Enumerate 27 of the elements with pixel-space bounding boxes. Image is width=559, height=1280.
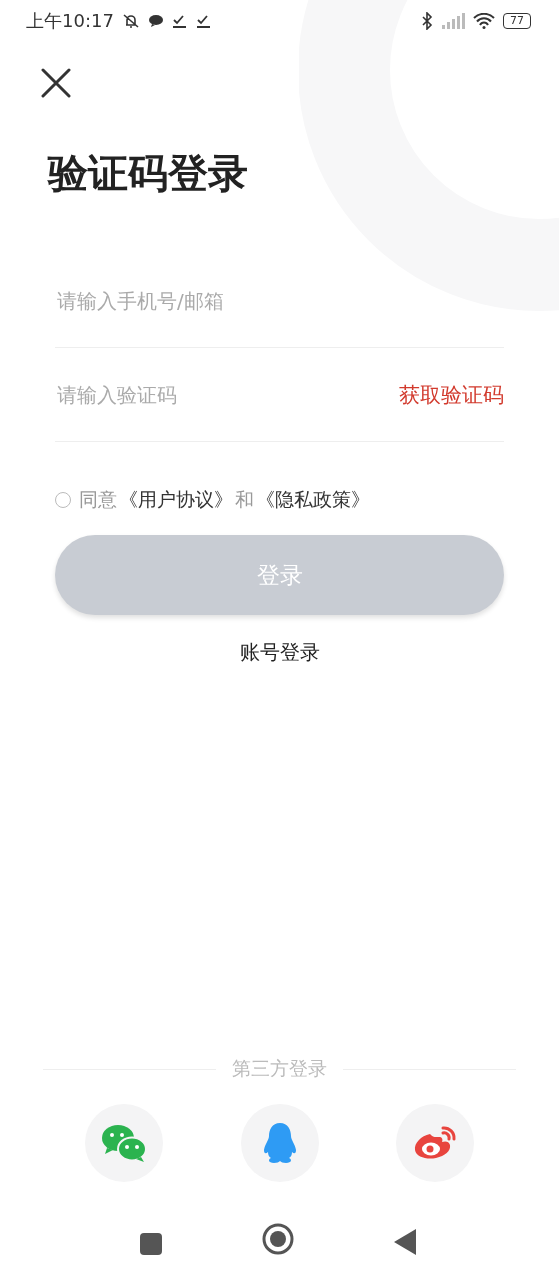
back-icon[interactable] [394, 1229, 416, 1255]
wifi-icon [473, 13, 495, 29]
close-button[interactable] [41, 68, 71, 98]
chat-bubble-icon [147, 14, 164, 28]
battery-indicator: 77 [503, 13, 531, 29]
agreement-text: 和 [235, 487, 254, 512]
get-code-link[interactable]: 获取验证码 [399, 380, 504, 409]
agreement-text: 同意 [79, 487, 117, 512]
policy-link[interactable]: 《用户协议》 [119, 487, 233, 513]
recent-apps-icon[interactable] [140, 1233, 162, 1255]
status-time: 上午10:17 [26, 9, 114, 33]
bluetooth-icon [421, 12, 433, 30]
home-icon[interactable] [262, 1223, 294, 1255]
bell-muted-icon [121, 13, 140, 29]
chat-bubbles-icon [101, 1124, 147, 1162]
phone-input-field[interactable]: 请输入手机号/邮箱 [55, 287, 504, 314]
penguin-icon [261, 1122, 298, 1164]
check-icon [195, 14, 212, 28]
close-icon [41, 68, 71, 98]
swirl-eye-icon [413, 1125, 457, 1161]
check-icon [171, 14, 188, 28]
third-party-label: 第三方登录 [232, 1056, 327, 1081]
signal-icon [441, 13, 465, 29]
page-title: 验证码登录 [48, 149, 249, 198]
code-input-field[interactable]: 请输入验证码 [55, 381, 399, 408]
policy-link[interactable]: 《隐私政策》 [256, 487, 370, 513]
account-login-link[interactable]: 账号登录 [239, 639, 320, 666]
